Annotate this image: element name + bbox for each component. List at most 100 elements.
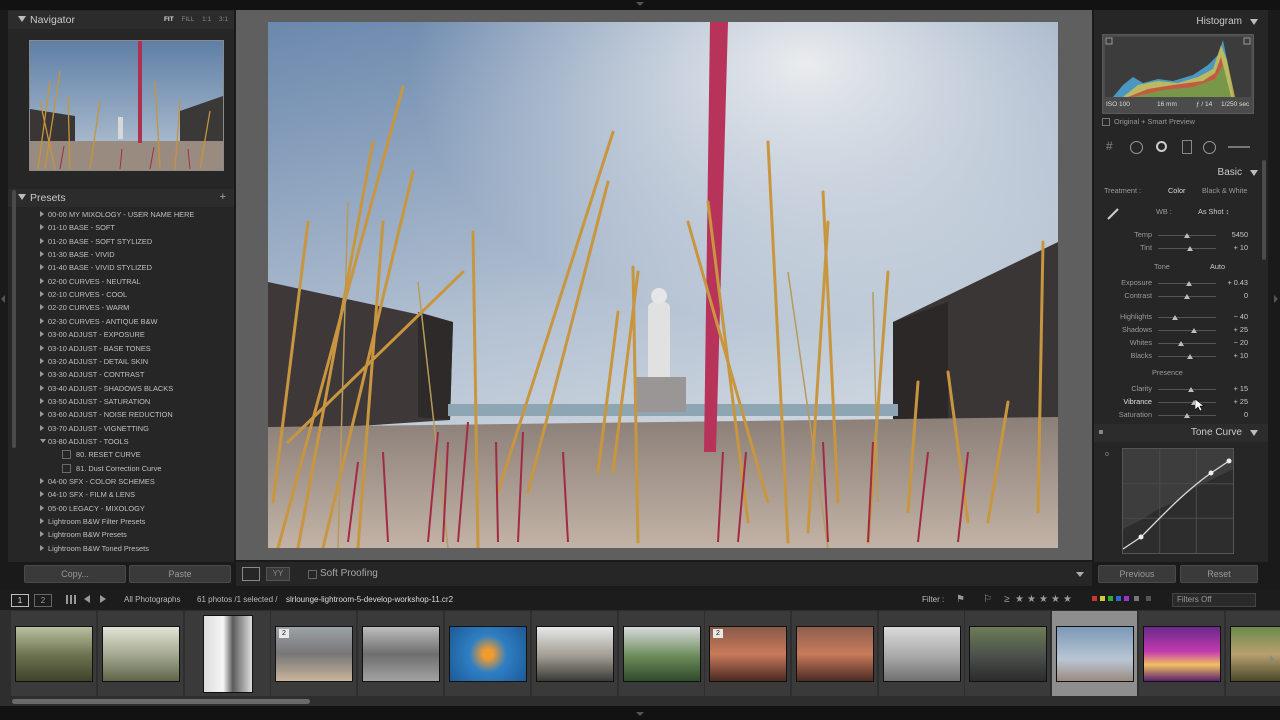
color-label-blue-icon[interactable] — [1116, 596, 1121, 601]
targeted-adjustment-icon[interactable] — [1099, 430, 1103, 434]
color-label-yellow-icon[interactable] — [1100, 596, 1105, 601]
slider-value[interactable]: + 10 — [1214, 243, 1248, 252]
preset-folder[interactable]: 03-40 ADJUST - SHADOWS BLACKS — [40, 384, 173, 393]
slider-value[interactable]: + 25 — [1214, 325, 1248, 334]
preset-folder[interactable]: 03-20 ADJUST - DETAIL SKIN — [40, 357, 148, 366]
preset-folder[interactable]: 01-20 BASE - SOFT STYLIZED — [40, 237, 152, 246]
filmstrip-scrollbar[interactable] — [12, 699, 310, 704]
slider-thumb[interactable] — [1184, 294, 1190, 299]
soft-proofing-checkbox[interactable] — [308, 570, 317, 579]
preset-folder[interactable]: 01-30 BASE - VIVID — [40, 250, 115, 259]
screen-2-button[interactable]: 2 — [34, 594, 52, 607]
slider-track[interactable] — [1158, 330, 1216, 331]
color-label-green-icon[interactable] — [1108, 596, 1113, 601]
filmstrip-thumbnail[interactable] — [619, 611, 704, 696]
slider-value[interactable]: − 40 — [1214, 312, 1248, 321]
previous-button[interactable]: Previous — [1098, 565, 1176, 583]
zoom-1-1[interactable]: 1:1 — [202, 16, 211, 23]
reject-flag-icon[interactable]: ⚐ — [983, 594, 992, 605]
slider-track[interactable] — [1158, 389, 1216, 390]
filmstrip-thumbnail[interactable] — [792, 611, 877, 696]
slider-track[interactable] — [1158, 402, 1216, 403]
white-balance-eyedropper-icon[interactable] — [1106, 207, 1120, 221]
filmstrip-thumbnail[interactable] — [11, 611, 96, 696]
bottom-panel-toggle-strip[interactable] — [0, 706, 1280, 720]
slider-thumb[interactable] — [1186, 354, 1193, 359]
presets-scrollbar[interactable] — [12, 190, 16, 448]
back-arrow-icon[interactable] — [84, 595, 90, 603]
histogram-graph[interactable]: ISO 100 16 mm ƒ / 14 1/250 sec — [1102, 34, 1254, 114]
filmstrip-scroll-right-icon[interactable] — [1270, 655, 1274, 663]
forward-arrow-icon[interactable] — [100, 595, 106, 603]
preset-folder[interactable]: 03-60 ADJUST - NOISE REDUCTION — [40, 410, 173, 419]
current-filename[interactable]: slrlounge-lightroom-5-develop-workshop-1… — [286, 595, 453, 604]
toolbar-menu-arrow-icon[interactable] — [1076, 572, 1084, 577]
preview-checkbox[interactable] — [1102, 118, 1110, 126]
preset-folder[interactable]: 02-20 CURVES - WARM — [40, 303, 129, 312]
slider-track[interactable] — [1158, 317, 1216, 318]
preset-folder[interactable]: 03-00 ADJUST - EXPOSURE — [40, 330, 145, 339]
preset-item[interactable]: 80. RESET CURVE — [62, 450, 141, 459]
rating-star-icon[interactable]: ★ — [1015, 594, 1024, 605]
basic-title[interactable]: Basic — [1218, 167, 1242, 178]
filmstrip-thumbnail[interactable] — [1139, 611, 1224, 696]
slider-value[interactable]: 0 — [1214, 410, 1248, 419]
wb-select[interactable]: As Shot ↕ — [1198, 207, 1229, 216]
color-label-other-icon[interactable] — [1134, 596, 1139, 601]
slider-thumb[interactable] — [1187, 246, 1194, 251]
color-label-red-icon[interactable] — [1092, 596, 1097, 601]
histogram-collapse-icon[interactable] — [1250, 19, 1258, 25]
preset-folder[interactable]: 04-10 SFX - FILM & LENS — [40, 490, 135, 499]
slider-value[interactable]: 5450 — [1214, 230, 1248, 239]
source-label[interactable]: All Photographs — [124, 595, 180, 604]
slider-track[interactable] — [1158, 343, 1216, 344]
preset-folder[interactable]: 04-00 SFX - COLOR SCHEMES — [40, 477, 155, 486]
preset-folder[interactable]: 03-50 ADJUST - SATURATION — [40, 397, 150, 406]
left-panel-toggle-icon[interactable] — [1, 295, 5, 303]
paste-settings-button[interactable]: Paste — [129, 565, 231, 583]
filmstrip-thumbnail[interactable] — [358, 611, 443, 696]
radial-filter-icon[interactable] — [1203, 141, 1216, 154]
slider-value[interactable]: + 15 — [1214, 384, 1248, 393]
preset-folder[interactable]: 00-00 MY MIXOLOGY - USER NAME HERE — [40, 210, 194, 219]
crop-icon[interactable]: # — [1106, 139, 1113, 153]
color-label-none-icon[interactable] — [1146, 596, 1151, 601]
screen-1-button[interactable]: 1 — [11, 594, 29, 607]
slider-thumb[interactable] — [1186, 281, 1193, 286]
reset-button[interactable]: Reset — [1180, 565, 1258, 583]
filmstrip-thumbnail[interactable] — [879, 611, 964, 696]
navigator-preview[interactable] — [29, 40, 224, 171]
loupe-view-icon[interactable] — [242, 567, 260, 581]
histogram-title[interactable]: Histogram — [1196, 16, 1242, 27]
rating-star-icon[interactable]: ★ — [1027, 594, 1036, 605]
preset-folder[interactable]: 03-70 ADJUST - VIGNETTING — [40, 424, 149, 433]
right-panel-scrollbar[interactable] — [1262, 160, 1266, 260]
flag-icon[interactable]: ⚑ — [956, 594, 965, 605]
add-preset-button[interactable]: + — [220, 191, 226, 203]
preset-folder[interactable]: 02-30 CURVES - ANTIQUE B&W — [40, 317, 158, 326]
slider-thumb[interactable] — [1184, 233, 1190, 238]
slider-thumb[interactable] — [1178, 341, 1185, 346]
slider-value[interactable]: + 10 — [1214, 351, 1248, 360]
filmstrip-thumbnail[interactable] — [445, 611, 530, 696]
slider-thumb[interactable] — [1190, 328, 1197, 333]
tone-curve-graph[interactable] — [1122, 448, 1234, 554]
preset-folder[interactable]: Lightroom B&W Presets — [40, 530, 127, 539]
filmstrip-thumbnail[interactable] — [185, 611, 270, 696]
zoom-fit[interactable]: FIT — [164, 16, 174, 23]
right-panel-toggle-icon[interactable] — [1274, 295, 1278, 303]
filmstrip-thumbnail-selected[interactable] — [1052, 611, 1137, 696]
filmstrip-thumbnail[interactable] — [98, 611, 183, 696]
preset-folder[interactable]: Lightroom B&W Filter Presets — [40, 517, 145, 526]
preset-folder[interactable]: 01-40 BASE - VIVID STYLIZED — [40, 263, 152, 272]
main-photo[interactable] — [268, 22, 1058, 548]
rating-star-icon[interactable]: ≥ — [1004, 594, 1010, 605]
copy-settings-button[interactable]: Copy... — [24, 565, 126, 583]
zoom-fill[interactable]: FILL — [182, 16, 195, 23]
adjustment-brush-icon[interactable] — [1228, 146, 1250, 148]
preset-item[interactable]: 81. Dust Correction Curve — [62, 464, 161, 473]
spot-removal-icon[interactable] — [1130, 141, 1143, 154]
preset-folder[interactable]: 03-10 ADJUST - BASE TONES — [40, 344, 151, 353]
filter-preset-select[interactable]: Filters Off — [1172, 593, 1256, 607]
top-panel-toggle-strip[interactable] — [0, 0, 1280, 10]
